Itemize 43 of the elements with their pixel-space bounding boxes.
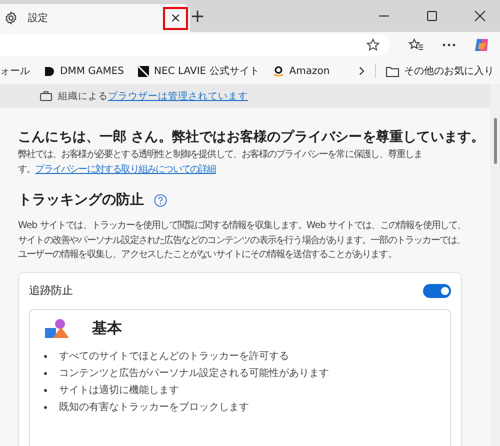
chevron-right-icon[interactable] — [358, 66, 366, 76]
tab-title: 設定 — [28, 12, 49, 25]
bookmark-item[interactable]: DMM GAMES — [44, 66, 124, 76]
bullet-icon — [44, 354, 47, 358]
copilot-icon[interactable] — [474, 37, 490, 53]
bookmark-item[interactable]: Amazon — [273, 65, 330, 77]
option-detail: すべてのサイトでほとんどのトラッカーを許可する — [59, 350, 289, 364]
bullet-icon — [44, 388, 47, 392]
address-field[interactable] — [0, 34, 390, 56]
maximize-icon[interactable] — [426, 10, 438, 22]
toggle-label: 追跡防止 — [29, 283, 73, 298]
letter-d-icon — [44, 66, 55, 76]
more-icon[interactable] — [442, 43, 456, 47]
managed-link[interactable]: ブラウザーは管理されています — [108, 90, 248, 102]
shapes-icon — [44, 318, 70, 340]
settings-icon — [4, 11, 18, 25]
toggle-switch[interactable] — [423, 284, 451, 298]
bullet-icon — [44, 406, 47, 409]
bullet-icon — [44, 372, 47, 375]
tracking-description: Web サイトでは、トラッカーを使用して閲覧に関する情報を収集します。Web サイトでは、この情報を使用して、サイトの改善やパーソナル設定された広告などのコンテンツの表示を行う場合があります。一部のトラッカーでは、ユーザーの情報を収集し、アクセスしたことがないサイトにその情報を送信することがあります。 — [18, 219, 467, 262]
new-tab-button[interactable]: + — [190, 6, 206, 26]
scrollbar-thumb[interactable] — [494, 118, 496, 164]
browser-tab[interactable]: 設定 × — [0, 4, 190, 32]
star-icon[interactable] — [366, 38, 380, 52]
option-card[interactable]: 基本 すべてのサイトでほとんどのトラッカーを許可する コンテンツと広告がパーソナル設定される可能性があります サイトは適切に機能します 既知の有害なトラッカーをブロックします — [29, 308, 451, 446]
option-title: 基本 — [92, 319, 122, 338]
option-detail: コンテンツと広告がパーソナル設定される可能性があります — [59, 366, 329, 380]
option-detail: 既知の有害なトラッカーをブロックします — [59, 400, 249, 414]
section-heading: トラッキングの防止 — [18, 191, 144, 210]
privacy-statement: 弊社では、お客様が必要とする透明性と制御を提供して、お客様のプライバシーを常に保護し、尊重します。プライバシーに対する取り組みについての詳細 — [18, 148, 424, 177]
help-icon[interactable] — [154, 194, 167, 207]
option-detail: サイトは適切に機能します — [59, 384, 179, 398]
folder-icon — [386, 66, 399, 76]
managed-notice: 組織による ブラウザーは管理されています — [58, 90, 248, 102]
close-tab-button[interactable]: × — [163, 6, 188, 30]
close-icon[interactable] — [474, 10, 486, 22]
bookmark-item[interactable]: NEC LAVIE 公式サイト — [138, 64, 260, 78]
privacy-link[interactable]: プライバシーに対する取り組みについての詳細 — [35, 164, 216, 175]
favorites-icon[interactable] — [408, 38, 424, 52]
diagonal-square-icon — [138, 66, 150, 76]
bookmark-item[interactable]: ォール — [0, 64, 30, 78]
other-favorites-item[interactable]: その他のお気に入り — [386, 64, 494, 78]
briefcase-icon — [40, 91, 52, 101]
